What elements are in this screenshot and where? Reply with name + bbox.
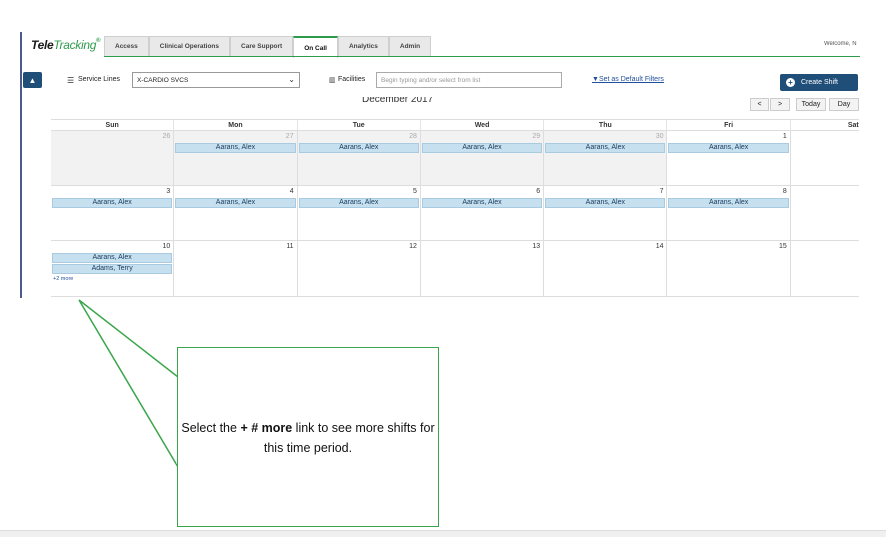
bottom-bar xyxy=(0,530,886,537)
callout-pointer xyxy=(78,299,180,470)
page: TeleTracking® Access Clinical Operations C… xyxy=(0,0,886,537)
callout-text: Select the + # more link to see more shi… xyxy=(181,421,435,455)
